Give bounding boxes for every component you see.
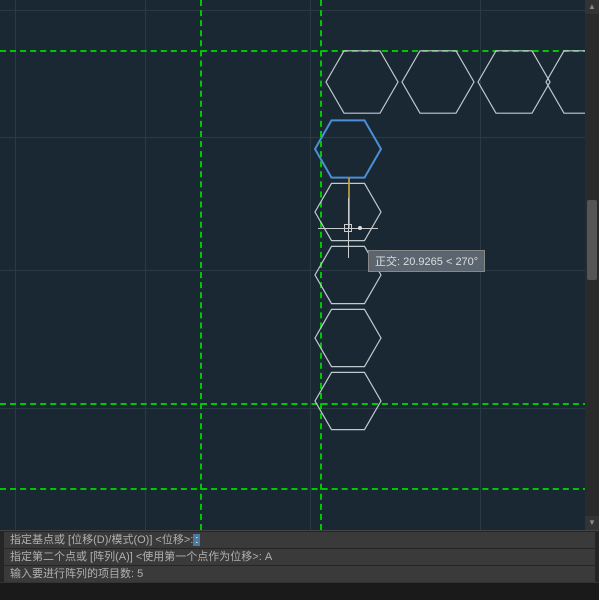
command-history-line-1: 指定基点或 [位移(D)/模式(O)] <位移>:: <box>4 532 595 548</box>
crosshair-pickbox <box>344 224 352 232</box>
command-panel: 指定基点或 [位移(D)/模式(O)] <位移>:: 指定第二个点或 [阵列(A… <box>0 530 599 582</box>
command-history-line-2: 指定第二个点或 [阵列(A)] <使用第一个点作为位移>: A <box>4 549 595 565</box>
hexagon-shape[interactable] <box>315 120 381 177</box>
hexagon-shape[interactable] <box>478 51 550 113</box>
vertical-scrollbar[interactable]: ▲ ▼ <box>585 0 599 530</box>
scroll-down-arrow[interactable]: ▼ <box>585 516 599 530</box>
tooltip-angle: 270° <box>455 256 478 268</box>
scroll-up-arrow[interactable]: ▲ <box>585 0 599 14</box>
coordinate-tooltip: 正交: 20.9265 < 270° <box>368 250 485 272</box>
snap-point-indicator <box>358 226 362 230</box>
command-history-line-3[interactable]: 输入要进行阵列的项目数: 5 <box>4 566 595 582</box>
tooltip-label: 正交: <box>375 256 400 268</box>
status-bar <box>0 582 599 600</box>
hexagon-shape[interactable] <box>402 51 474 113</box>
drawing-canvas[interactable]: 正交: 20.9265 < 270° ▲ ▼ <box>0 0 599 530</box>
scrollbar-thumb[interactable] <box>587 200 597 280</box>
geometry-layer <box>0 0 599 530</box>
tooltip-separator: < <box>446 256 455 268</box>
hexagon-shape[interactable] <box>315 372 381 429</box>
hexagon-shape[interactable] <box>326 51 398 113</box>
tooltip-distance: 20.9265 <box>403 256 443 268</box>
hexagon-shape[interactable] <box>315 309 381 366</box>
